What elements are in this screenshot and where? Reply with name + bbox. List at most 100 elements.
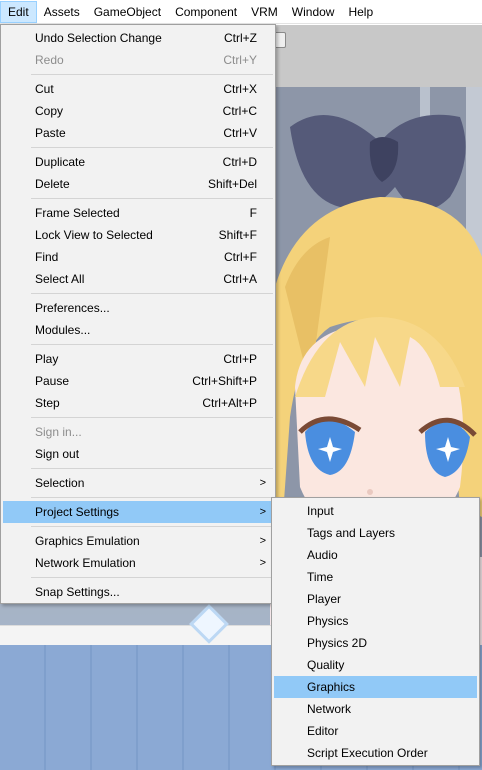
menu-item-label: Find	[35, 250, 59, 264]
menu-item-redo: Redo Ctrl+Y	[3, 49, 273, 71]
menu-item-label: Select All	[35, 272, 85, 286]
menu-item-shortcut: Shift+F	[218, 228, 257, 242]
menu-separator	[31, 147, 273, 148]
menu-item-label: Step	[35, 396, 60, 410]
menu-separator	[31, 344, 273, 345]
submenu-item-physics-2d[interactable]: Physics 2D	[274, 632, 477, 654]
menu-item-shortcut: Ctrl+Z	[224, 31, 257, 45]
menu-item-duplicate[interactable]: Duplicate Ctrl+D	[3, 151, 273, 173]
menu-item-shortcut: Shift+Del	[207, 177, 257, 191]
submenu-item-audio[interactable]: Audio	[274, 544, 477, 566]
menu-assets[interactable]: Assets	[37, 1, 87, 23]
submenu-item-time[interactable]: Time	[274, 566, 477, 588]
menu-separator	[31, 198, 273, 199]
menu-item-project-settings[interactable]: Project Settings >	[3, 501, 273, 523]
menu-item-play[interactable]: Play Ctrl+P	[3, 348, 273, 370]
menu-item-select-all[interactable]: Select All Ctrl+A	[3, 268, 273, 290]
project-settings-submenu: Input Tags and Layers Audio Time Player …	[271, 497, 480, 766]
menu-item-snap-settings[interactable]: Snap Settings...	[3, 581, 273, 603]
menu-item-cut[interactable]: Cut Ctrl+X	[3, 78, 273, 100]
menu-item-find[interactable]: Find Ctrl+F	[3, 246, 273, 268]
submenu-item-graphics[interactable]: Graphics	[274, 676, 477, 698]
submenu-item-tags-and-layers[interactable]: Tags and Layers	[274, 522, 477, 544]
submenu-item-script-execution-order[interactable]: Script Execution Order	[274, 742, 477, 764]
menu-item-label: Graphics Emulation	[35, 534, 140, 548]
menu-item-label: Copy	[35, 104, 64, 118]
menu-item-label: Preferences...	[35, 301, 110, 315]
submenu-item-label: Input	[307, 504, 334, 518]
menu-item-preferences[interactable]: Preferences...	[3, 297, 273, 319]
submenu-item-player[interactable]: Player	[274, 588, 477, 610]
menu-bar: Edit Assets GameObject Component VRM Win…	[0, 0, 482, 24]
menu-item-graphics-emulation[interactable]: Graphics Emulation >	[3, 530, 273, 552]
menu-item-label: Delete	[35, 177, 70, 191]
menu-item-label: Frame Selected	[35, 206, 120, 220]
menu-item-modules[interactable]: Modules...	[3, 319, 273, 341]
menu-item-label: Pause	[35, 374, 70, 388]
menu-item-sign-out[interactable]: Sign out	[3, 443, 273, 465]
menu-item-shortcut: Ctrl+Y	[223, 53, 257, 67]
submenu-item-label: Graphics	[307, 680, 356, 694]
menu-component[interactable]: Component	[168, 1, 244, 23]
menu-item-network-emulation[interactable]: Network Emulation >	[3, 552, 273, 574]
menu-separator	[31, 497, 273, 498]
submenu-item-label: Editor	[307, 724, 339, 738]
menu-item-pause[interactable]: Pause Ctrl+Shift+P	[3, 370, 273, 392]
menu-item-label: Modules...	[35, 323, 91, 337]
menu-item-shortcut: Ctrl+C	[222, 104, 257, 118]
submenu-item-label: Player	[307, 592, 342, 606]
menu-item-shortcut: F	[249, 206, 257, 220]
menu-item-undo[interactable]: Undo Selection Change Ctrl+Z	[3, 27, 273, 49]
menu-item-label: Redo	[35, 53, 64, 67]
menu-item-frame-selected[interactable]: Frame Selected F	[3, 202, 273, 224]
submenu-item-label: Time	[307, 570, 334, 584]
menu-separator	[31, 526, 273, 527]
menu-item-delete[interactable]: Delete Shift+Del	[3, 173, 273, 195]
menu-item-label: Play	[35, 352, 59, 366]
menu-item-shortcut: Ctrl+Shift+P	[192, 374, 257, 388]
menu-vrm[interactable]: VRM	[244, 1, 285, 23]
menu-item-label: Sign in...	[35, 425, 82, 439]
menu-item-label: Project Settings	[35, 505, 120, 519]
menu-item-label: Duplicate	[35, 155, 86, 169]
menu-item-copy[interactable]: Copy Ctrl+C	[3, 100, 273, 122]
menu-item-lock-view[interactable]: Lock View to Selected Shift+F	[3, 224, 273, 246]
menu-item-label: Network Emulation	[35, 556, 136, 570]
chevron-right-icon: >	[259, 506, 266, 518]
submenu-item-label: Physics	[307, 614, 349, 628]
menu-item-selection[interactable]: Selection >	[3, 472, 273, 494]
edit-menu-dropdown: Undo Selection Change Ctrl+Z Redo Ctrl+Y…	[0, 24, 276, 604]
menu-edit[interactable]: Edit	[0, 0, 37, 23]
submenu-item-label: Audio	[307, 548, 338, 562]
submenu-item-input[interactable]: Input	[274, 500, 477, 522]
scene-toolbar	[270, 25, 482, 87]
menu-separator	[31, 417, 273, 418]
menu-item-shortcut: Ctrl+D	[222, 155, 257, 169]
menu-separator	[31, 468, 273, 469]
submenu-item-network[interactable]: Network	[274, 698, 477, 720]
menu-item-label: Selection	[35, 476, 85, 490]
menu-window[interactable]: Window	[285, 1, 342, 23]
submenu-item-label: Network	[307, 702, 352, 716]
menu-item-label: Cut	[35, 82, 54, 96]
chevron-right-icon: >	[259, 535, 266, 547]
submenu-item-label: Script Execution Order	[307, 746, 428, 760]
menu-help[interactable]: Help	[341, 1, 380, 23]
menu-item-shortcut: Ctrl+V	[223, 126, 257, 140]
menu-item-shortcut: Ctrl+P	[223, 352, 257, 366]
menu-gameobject[interactable]: GameObject	[87, 1, 168, 23]
submenu-item-quality[interactable]: Quality	[274, 654, 477, 676]
menu-item-label: Snap Settings...	[35, 585, 120, 599]
menu-item-sign-in: Sign in...	[3, 421, 273, 443]
menu-item-shortcut: Ctrl+Alt+P	[202, 396, 257, 410]
menu-item-label: Sign out	[35, 447, 80, 461]
menu-item-paste[interactable]: Paste Ctrl+V	[3, 122, 273, 144]
menu-item-shortcut: Ctrl+F	[224, 250, 257, 264]
menu-item-label: Lock View to Selected	[35, 228, 153, 242]
menu-separator	[31, 577, 273, 578]
menu-item-step[interactable]: Step Ctrl+Alt+P	[3, 392, 273, 414]
submenu-item-physics[interactable]: Physics	[274, 610, 477, 632]
menu-separator	[31, 74, 273, 75]
submenu-item-editor[interactable]: Editor	[274, 720, 477, 742]
chevron-right-icon: >	[259, 477, 266, 489]
